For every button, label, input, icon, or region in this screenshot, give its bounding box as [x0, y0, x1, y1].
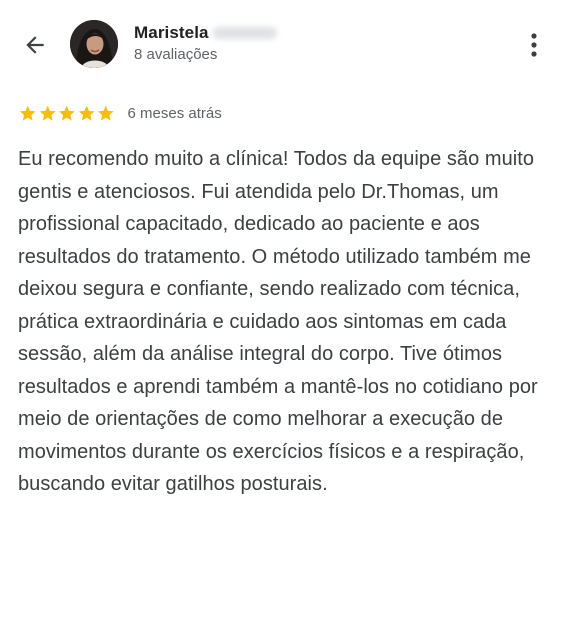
reviewer-name[interactable]: Maristela [134, 23, 209, 43]
review-date: 6 meses atrás [127, 104, 222, 122]
arrow-left-icon [26, 36, 44, 54]
reviewer-name-row: Maristela [134, 22, 277, 44]
blurred-surname [212, 27, 277, 39]
star-icon [39, 105, 56, 121]
profile-photo [70, 20, 118, 68]
review-text: Eu recomendo muito a clínica! Todos da e… [18, 148, 538, 495]
star-icon [78, 105, 95, 121]
more-vertical-icon [531, 33, 537, 57]
star-rating [18, 104, 116, 123]
avatar[interactable] [70, 20, 118, 68]
star-icon [58, 105, 75, 121]
star-icon [97, 105, 114, 121]
reviews-count: 8 avaliações [134, 46, 218, 63]
back-button[interactable] [18, 28, 52, 62]
more-options-button[interactable] [524, 30, 544, 60]
star-icon [19, 105, 36, 121]
review-header: Maristela 8 avaliações [0, 0, 564, 90]
rating-row: 6 meses atrás [18, 101, 222, 125]
